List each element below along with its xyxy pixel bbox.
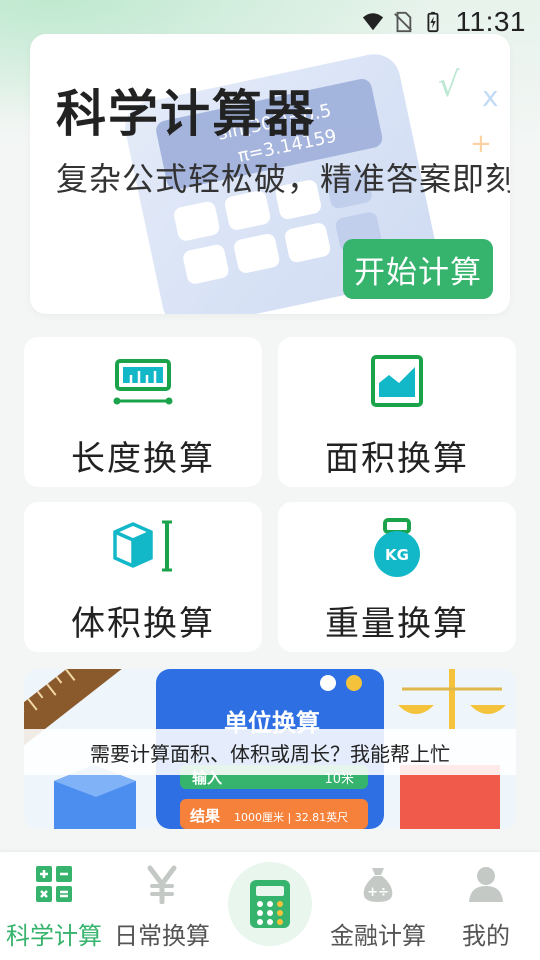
unit-conversion-banner[interactable]: 单位换算 输入 10米 结果 1000厘米 | 32.81英尺 需要计算面积、体…	[24, 669, 516, 829]
calculator-center-icon	[250, 880, 290, 928]
tool-label-area: 面积换算	[325, 439, 469, 479]
no-sim-icon	[393, 11, 412, 33]
battery-icon	[427, 11, 438, 33]
start-calculation-button[interactable]: 开始计算	[343, 239, 493, 299]
svg-text:KG: KG	[385, 546, 409, 564]
wifi-icon	[362, 13, 383, 31]
nav-label-daily-conversion: 日常换算	[114, 922, 210, 950]
hero-card[interactable]: sin(30°)=0.5 π=3.14159 √ x + 科学计算器 复杂公式轻…	[30, 34, 510, 314]
ruler-icon	[113, 359, 173, 405]
tool-card-area[interactable]: 面积换算	[278, 337, 516, 487]
tool-label-weight: 重量换算	[325, 604, 469, 644]
nav-item-mine[interactable]: 我的	[432, 852, 540, 960]
svg-text:x: x	[482, 80, 499, 113]
money-bag-icon: +÷	[363, 868, 393, 902]
nav-label-mine: 我的	[462, 922, 510, 950]
nav-label-finance: 金融计算	[330, 922, 426, 950]
hero-title: 科学计算器	[56, 85, 316, 143]
weight-kg-icon: KG	[374, 518, 420, 577]
cube-icon	[113, 520, 172, 572]
bottom-navigation: 科学计算 日常换算 +÷ 金融计算 我的	[0, 852, 540, 960]
banner-caption: 需要计算面积、体积或周长？我能帮上忙	[24, 729, 516, 775]
nav-item-daily-conversion[interactable]: 日常换算	[108, 852, 216, 960]
svg-text:结果: 结果	[190, 807, 221, 825]
svg-text:+÷: +÷	[367, 885, 389, 900]
svg-text:√: √	[438, 65, 460, 105]
yen-icon	[147, 865, 177, 904]
calculator-grid-icon	[36, 866, 72, 902]
nav-item-scientific[interactable]: 科学计算	[0, 852, 108, 960]
tool-card-weight[interactable]: KG 重量换算	[278, 502, 516, 652]
tool-card-volume[interactable]: 体积换算	[24, 502, 262, 652]
nav-item-finance[interactable]: +÷ 金融计算	[324, 852, 432, 960]
area-icon	[371, 355, 423, 407]
tool-card-length[interactable]: 长度换算	[24, 337, 262, 487]
nav-item-calculator-center[interactable]	[228, 862, 312, 946]
nav-label-scientific: 科学计算	[6, 922, 102, 950]
hero-subtitle: 复杂公式轻松破，精准答案即刻	[56, 160, 510, 198]
svg-text:1000厘米 | 32.81英尺: 1000厘米 | 32.81英尺	[234, 810, 348, 824]
tool-label-volume: 体积换算	[71, 604, 215, 644]
tool-label-length: 长度换算	[71, 439, 215, 479]
person-icon	[469, 867, 503, 902]
